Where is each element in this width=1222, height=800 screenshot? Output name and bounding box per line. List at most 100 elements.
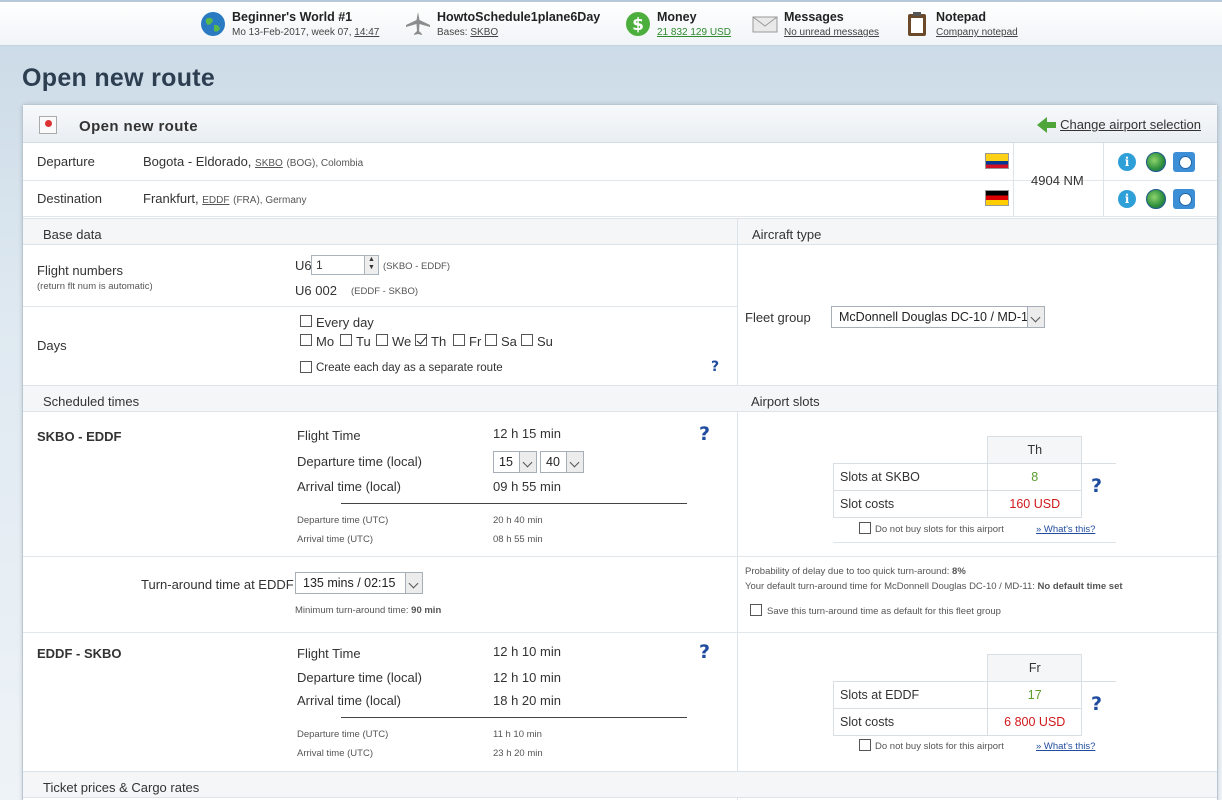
no-buy-slots-checkbox[interactable] (859, 522, 871, 534)
min-turnaround-value: 90 min (411, 605, 442, 616)
spinner-icon[interactable]: ▲ ▼ (364, 256, 378, 274)
colombia-flag-icon (985, 153, 1009, 169)
messages-status[interactable]: No unread messages (784, 27, 879, 38)
outbound-slots-table: Th Slots at SKBO 8 Slot costs 160 USD (832, 436, 1116, 518)
return-cost-value: 6 800 USD (987, 708, 1083, 736)
every-day-checkbox[interactable] (300, 315, 312, 327)
globe-search-icon[interactable] (1146, 152, 1166, 172)
notepad-icon (908, 12, 926, 36)
days-label: Days (37, 338, 67, 353)
return-slot-day: Fr (987, 654, 1083, 682)
day-checkbox-th[interactable] (415, 334, 427, 346)
separate-route-label: Create each day as a separate route (316, 362, 503, 374)
info-icon[interactable]: i (1118, 190, 1136, 208)
day-checkbox-su[interactable] (521, 334, 533, 346)
help-icon[interactable]: ? (711, 359, 719, 375)
fleet-group-select[interactable]: McDonnell Douglas DC-10 / MD-11 (831, 306, 1045, 328)
ticket-prices-header: Ticket prices & Cargo rates (23, 771, 1217, 798)
destination-icao-link[interactable]: EDDF (202, 195, 229, 206)
outbound-arrival-label: Arrival time (local) (297, 479, 402, 494)
save-default-checkbox[interactable] (750, 604, 762, 616)
whats-this-link[interactable]: » What's this? (1036, 741, 1095, 752)
whats-this-link[interactable]: » What's this? (1036, 524, 1095, 535)
outbound-cost-label: Slot costs (832, 490, 989, 518)
clock-icon[interactable] (1173, 189, 1195, 209)
flight-numbers-note: (return flt num is automatic) (37, 281, 153, 292)
day-checkbox-sa[interactable] (485, 334, 497, 346)
outbound-cost-value: 160 USD (987, 490, 1083, 518)
notepad-link[interactable]: Company notepad (936, 27, 1018, 38)
change-airport-link[interactable]: Change airport selection (1060, 117, 1201, 132)
info-icon[interactable]: i (1118, 153, 1136, 171)
fleet-group-value: McDonnell Douglas DC-10 / MD-11 (839, 310, 1034, 324)
notepad-info[interactable]: Notepad Company notepad (904, 8, 1034, 44)
every-day-label: Every day (316, 315, 374, 330)
world-info[interactable]: Beginner's World #1 Mo 13-Feb-2017, week… (200, 8, 390, 44)
flight-number-value: 1 (316, 258, 323, 272)
turnaround-label: Turn-around time at EDDF (141, 577, 294, 592)
departure-hour-select[interactable]: 15 (493, 451, 537, 473)
default-turnaround-label: Your default turn-around time for McDonn… (745, 581, 1035, 592)
no-buy-slots-checkbox[interactable] (859, 739, 871, 751)
messages-info[interactable]: Messages No unread messages (752, 8, 892, 44)
germany-flag-icon (985, 190, 1009, 206)
outbound-route-label: SKBO - EDDF (37, 429, 122, 444)
destination-iata: (FRA), Germany (233, 195, 307, 206)
money-info[interactable]: $ Money 21 832 129 USD (625, 8, 745, 44)
departure-minute-value: 40 (546, 455, 560, 469)
airplane-icon (406, 12, 430, 35)
departure-iata: (BOG), Colombia (286, 158, 364, 169)
departure-city: Bogota - Eldorado, (143, 154, 252, 169)
day-label-th: Th (431, 334, 447, 349)
save-default-label: Save this turn-around time as default fo… (767, 606, 1001, 617)
chevron-down-icon (566, 452, 583, 472)
airline-info[interactable]: HowtoSchedule1plane6Day Bases: SKBO (405, 8, 615, 44)
base-data-header: Base data (23, 218, 737, 245)
outbound-slot-day: Th (987, 436, 1083, 464)
return-slots-value: 17 (987, 681, 1083, 709)
arrow-left-icon[interactable] (1037, 117, 1056, 133)
delay-probability-label: Probability of delay due to too quick tu… (745, 566, 950, 577)
money-amount[interactable]: 21 832 129 USD (657, 27, 731, 38)
base-link[interactable]: SKBO (470, 27, 498, 38)
help-icon[interactable]: ? (699, 641, 710, 663)
return-departure-time: 12 h 10 min (493, 670, 561, 685)
flight-number-input[interactable]: 1 ▲ ▼ (311, 255, 379, 275)
scheduled-times-header: Scheduled times (23, 385, 737, 412)
help-icon[interactable]: ? (699, 423, 710, 445)
globe-search-icon[interactable] (1146, 189, 1166, 209)
no-buy-slots-label: Do not buy slots for this airport (875, 524, 1004, 535)
return-departure-label: Departure time (local) (297, 670, 422, 685)
turnaround-select[interactable]: 135 mins / 02:15 (295, 572, 423, 594)
day-checkbox-mo[interactable] (300, 334, 312, 346)
delay-probability-value: 8% (952, 566, 966, 577)
help-icon[interactable]: ? (1091, 693, 1102, 715)
separate-route-checkbox[interactable] (300, 361, 312, 373)
departure-hour-value: 15 (499, 455, 513, 469)
aircraft-type-header: Aircraft type (737, 218, 1217, 245)
day-checkbox-tu[interactable] (340, 334, 352, 346)
outbound-slots-value: 8 (987, 463, 1083, 491)
return-slots-label: Slots at EDDF (832, 681, 989, 709)
bases-label: Bases: (437, 27, 468, 38)
outbound-dep-utc: 20 h 40 min (493, 515, 543, 526)
panel-header: Open new route Change airport selection (23, 105, 1217, 143)
min-turnaround-label: Minimum turn-around time: (295, 605, 409, 616)
destination-city: Frankfurt, (143, 191, 199, 206)
top-bar: Beginner's World #1 Mo 13-Feb-2017, week… (0, 0, 1222, 46)
world-title: Beginner's World #1 (232, 10, 353, 24)
return-arr-utc: 23 h 20 min (493, 748, 543, 759)
return-route-label: EDDF - SKBO (37, 646, 122, 661)
outbound-arr-utc-label: Arrival time (UTC) (297, 534, 373, 545)
world-date: Mo 13-Feb-2017, week 07, (232, 27, 352, 38)
world-time[interactable]: 14:47 (354, 27, 379, 38)
clock-icon[interactable] (1173, 152, 1195, 172)
departure-icao-link[interactable]: SKBO (255, 158, 283, 169)
help-icon[interactable]: ? (1091, 475, 1102, 497)
return-arrival-label: Arrival time (local) (297, 693, 402, 708)
return-slots-table: Fr Slots at EDDF 17 Slot costs 6 800 USD (832, 654, 1116, 736)
return-arr-utc-label: Arrival time (UTC) (297, 748, 373, 759)
day-checkbox-we[interactable] (376, 334, 388, 346)
day-checkbox-fr[interactable] (453, 334, 465, 346)
departure-minute-select[interactable]: 40 (540, 451, 584, 473)
